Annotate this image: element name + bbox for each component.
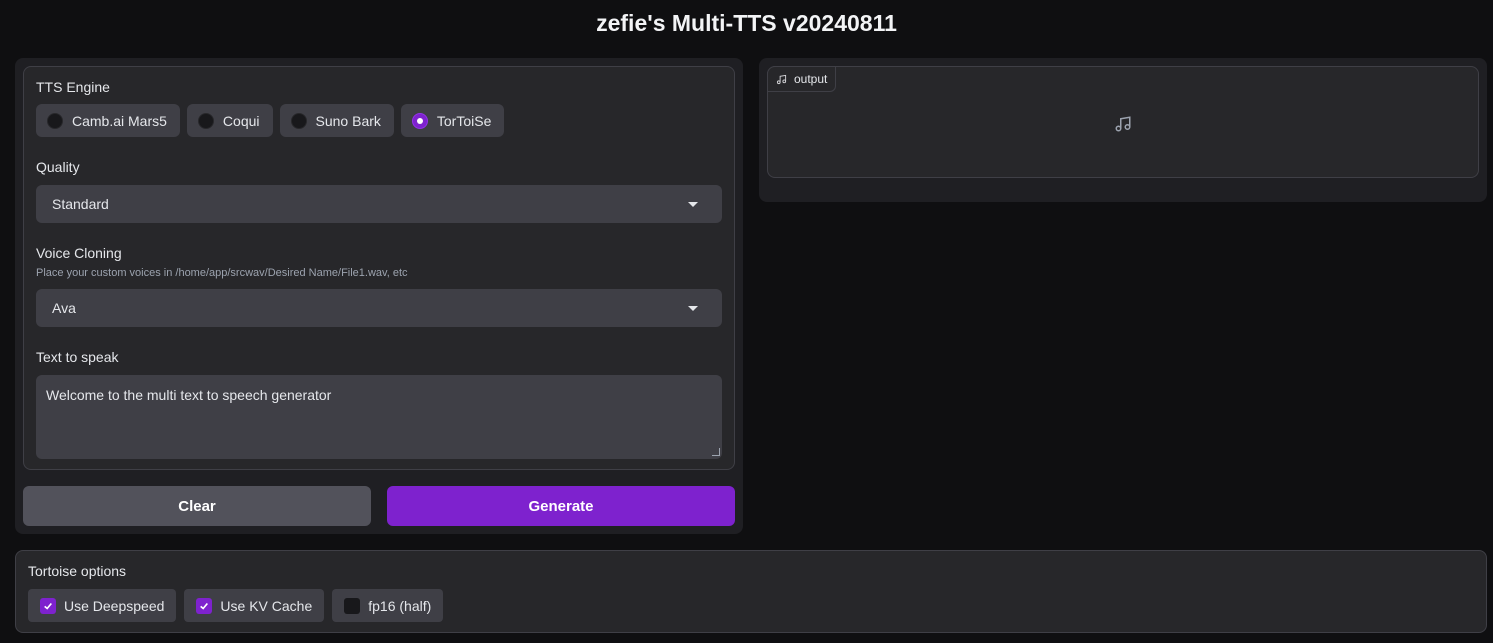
- checkbox-indicator[interactable]: [196, 597, 213, 614]
- radio-engine-tortoise[interactable]: TorToiSe: [400, 104, 505, 137]
- tortoise-options-label: Tortoise options: [28, 563, 127, 579]
- quality-dropdown[interactable]: Standard: [36, 185, 722, 223]
- voice-cloning-label: Voice Cloning: [36, 245, 122, 261]
- audio-output: output: [767, 66, 1479, 178]
- voice-dropdown[interactable]: Ava: [36, 289, 722, 327]
- radio-indicator[interactable]: [411, 112, 428, 129]
- check-icon: [200, 602, 209, 610]
- generate-button[interactable]: Generate: [387, 486, 735, 526]
- radio-indicator[interactable]: [290, 112, 307, 129]
- radio-indicator[interactable]: [47, 112, 63, 129]
- music-note-icon: [1115, 116, 1131, 132]
- music-note-icon: [776, 74, 787, 84]
- tortoise-options-panel: Tortoise options Use Deepspeed Use KV Ca…: [15, 550, 1487, 633]
- tts-engine-label: TTS Engine: [36, 79, 110, 95]
- chevron-down-icon: [688, 306, 698, 311]
- quality-value: Standard: [52, 196, 109, 212]
- radio-label: TorToiSe: [436, 112, 492, 129]
- radio-engine-mars5[interactable]: Camb.ai Mars5: [36, 104, 180, 137]
- quality-label: Quality: [36, 159, 80, 175]
- checkbox-use-kv-cache[interactable]: Use KV Cache: [184, 589, 325, 622]
- radio-indicator[interactable]: [197, 112, 214, 129]
- output-label: output: [794, 72, 828, 86]
- input-panel: TTS Engine Camb.ai Mars5 Coqui Suno Bark…: [15, 58, 743, 534]
- voice-cloning-info: Place your custom voices in /home/app/sr…: [36, 267, 408, 279]
- radio-engine-coqui[interactable]: Coqui: [186, 104, 273, 137]
- resize-handle[interactable]: [712, 448, 720, 456]
- output-panel: output: [759, 58, 1487, 202]
- output-label-tag: output: [767, 66, 837, 92]
- checkbox-use-deepspeed[interactable]: Use Deepspeed: [28, 589, 177, 622]
- clear-button[interactable]: Clear: [23, 486, 371, 526]
- checkbox-label: Use KV Cache: [220, 597, 313, 614]
- text-to-speak-input[interactable]: Welcome to the multi text to speech gene…: [36, 375, 722, 459]
- radio-label: Suno Bark: [315, 112, 381, 129]
- radio-label: Coqui: [222, 112, 260, 129]
- checkbox-indicator[interactable]: [344, 597, 361, 614]
- chevron-down-icon: [688, 202, 698, 207]
- voice-value: Ava: [52, 300, 76, 316]
- page-title: zefie's Multi-TTS v20240811: [596, 10, 897, 36]
- text-to-speak-label: Text to speak: [36, 349, 119, 365]
- checkbox-label: Use Deepspeed: [64, 597, 165, 614]
- checkbox-indicator[interactable]: [40, 597, 56, 614]
- checkbox-fp16-half[interactable]: fp16 (half): [332, 589, 444, 622]
- check-icon: [44, 602, 52, 610]
- tortoise-options-checkbox-group: Use Deepspeed Use KV Cache fp16 (half): [28, 589, 444, 622]
- radio-engine-suno-bark[interactable]: Suno Bark: [279, 104, 394, 137]
- checkbox-label: fp16 (half): [368, 597, 432, 614]
- input-form: TTS Engine Camb.ai Mars5 Coqui Suno Bark…: [23, 66, 735, 470]
- radio-label: Camb.ai Mars5: [72, 112, 167, 129]
- tts-engine-radio-group: Camb.ai Mars5 Coqui Suno Bark TorToiSe: [36, 104, 505, 137]
